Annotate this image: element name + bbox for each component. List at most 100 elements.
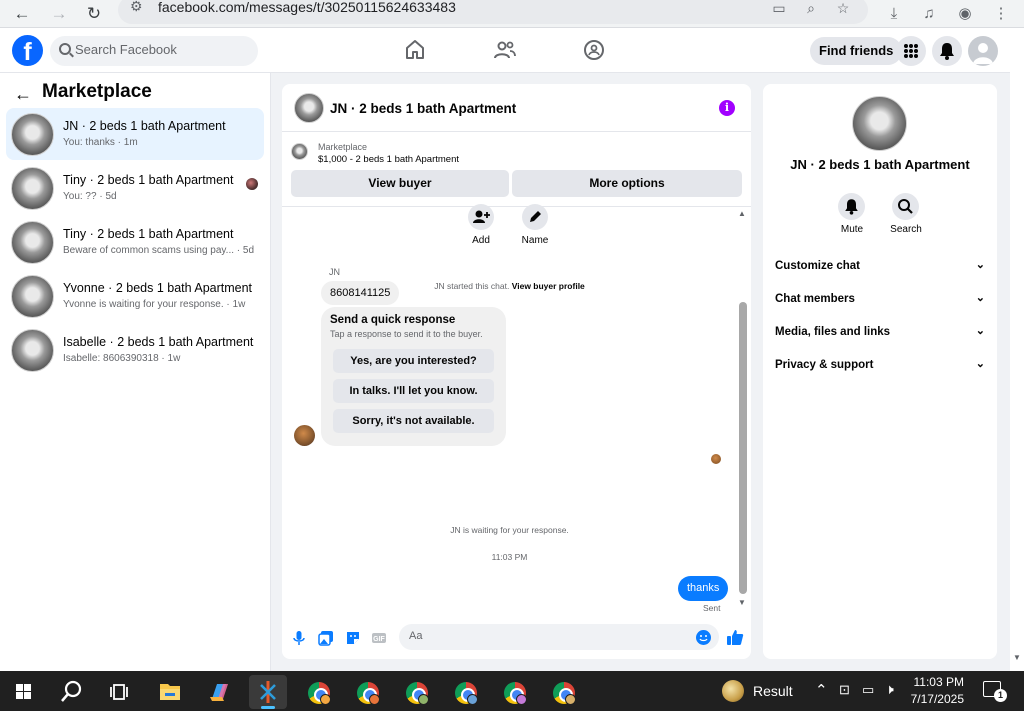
start-button[interactable] bbox=[5, 675, 43, 709]
facebook-logo-icon[interactable]: f bbox=[12, 35, 43, 66]
chevron-down-icon: ⌄ bbox=[975, 358, 985, 370]
media-files-links-row[interactable]: Media, files and links ⌄ bbox=[775, 325, 987, 338]
scrollbar-thumb[interactable] bbox=[739, 302, 747, 594]
find-friends-button[interactable]: Find friends bbox=[810, 37, 903, 65]
notifications-button[interactable] bbox=[932, 36, 962, 66]
result-widget-icon[interactable] bbox=[722, 680, 744, 702]
more-options-button[interactable]: More options bbox=[512, 170, 742, 197]
menu-grid-button[interactable] bbox=[896, 36, 926, 66]
add-label: Add bbox=[472, 235, 490, 246]
chrome-button[interactable] bbox=[545, 675, 583, 709]
chat-avatar[interactable] bbox=[294, 93, 324, 123]
conversation-item[interactable]: Yvonne · 2 beds 1 bath Apartment Yvonne … bbox=[6, 270, 264, 322]
profile-icon[interactable]: ◉ bbox=[954, 3, 976, 25]
clock-date[interactable]: 7/17/2025 bbox=[900, 692, 964, 706]
bookmark-star-icon[interactable]: ☆ bbox=[834, 0, 852, 18]
volume-icon[interactable]: 🕨 bbox=[885, 681, 894, 698]
conversation-item[interactable]: Isabelle · 2 beds 1 bath Apartment Isabe… bbox=[6, 324, 264, 376]
scroll-down-arrow-icon[interactable]: ▼ bbox=[1013, 653, 1021, 662]
message-bubble[interactable]: 8608141125 bbox=[321, 281, 400, 305]
chrome-button[interactable] bbox=[398, 675, 436, 709]
smiley-icon bbox=[699, 635, 708, 642]
media-control-icon[interactable]: ♫ bbox=[918, 3, 940, 25]
quick-response-title: Send a quick response bbox=[330, 314, 456, 326]
download-icon[interactable]: ⤓ bbox=[883, 3, 905, 25]
camera-icon[interactable]: ⊡ bbox=[839, 682, 850, 698]
conversation-item[interactable]: Tiny · 2 beds 1 bath Apartment Beware of… bbox=[6, 216, 264, 268]
chrome-button[interactable] bbox=[349, 675, 387, 709]
scroll-down-arrow-icon[interactable]: ▼ bbox=[738, 598, 746, 607]
chat-title[interactable]: JN · 2 beds 1 bath Apartment bbox=[330, 101, 516, 116]
back-arrow-icon[interactable]: ← bbox=[12, 4, 32, 24]
chevron-down-icon: ⌄ bbox=[975, 292, 985, 304]
info-icon[interactable]: i bbox=[719, 100, 735, 116]
chrome-icon bbox=[357, 682, 380, 705]
windows-taskbar: Result ⌃ ⊡ ▭ 🕨 11:03 PM 7/17/2025 1 bbox=[0, 671, 1024, 711]
listing-detail[interactable]: $1,000 - 2 beds 1 bath Apartment bbox=[318, 154, 459, 165]
quick-response-option[interactable]: In talks. I'll let you know. bbox=[333, 379, 494, 403]
microphone-icon[interactable] bbox=[291, 630, 307, 646]
search-input[interactable] bbox=[75, 42, 245, 57]
search-in-chat-button[interactable] bbox=[892, 193, 919, 220]
outgoing-message-bubble[interactable]: thanks bbox=[678, 576, 729, 601]
name-button[interactable] bbox=[522, 204, 548, 230]
scroll-up-arrow-icon[interactable]: ▲ bbox=[738, 209, 746, 218]
chevron-up-icon[interactable]: ⌃ bbox=[815, 681, 828, 699]
customize-chat-row[interactable]: Customize chat ⌄ bbox=[775, 259, 987, 272]
site-settings-icon[interactable]: ⚙ bbox=[130, 0, 143, 15]
file-explorer-button[interactable] bbox=[151, 675, 189, 709]
sticker-icon[interactable] bbox=[345, 630, 361, 646]
listing-thumbnail bbox=[11, 167, 54, 210]
copilot-button[interactable] bbox=[200, 675, 238, 709]
clock-time[interactable]: 11:03 PM bbox=[900, 675, 964, 689]
conversation-preview: You: ?? · 5d bbox=[63, 191, 117, 202]
thumbs-up-icon[interactable] bbox=[726, 628, 744, 646]
add-button[interactable] bbox=[468, 204, 494, 230]
taskbar-search-button[interactable] bbox=[52, 675, 90, 709]
photo-icon[interactable] bbox=[318, 630, 334, 646]
privacy-support-row[interactable]: Privacy & support ⌄ bbox=[775, 358, 987, 371]
active-app-button[interactable] bbox=[249, 675, 287, 709]
add-person-icon bbox=[473, 210, 490, 223]
mute-button[interactable] bbox=[838, 193, 865, 220]
install-app-icon[interactable]: ▭ bbox=[770, 0, 788, 18]
address-bar[interactable]: ⚙ facebook.com/messages/t/30250115624633… bbox=[118, 0, 868, 24]
chat-info-panel: JN · 2 beds 1 bath Apartment Mute Search… bbox=[763, 84, 997, 659]
menu-dots-icon[interactable]: ⋮ bbox=[990, 3, 1012, 25]
conversation-preview: Yvonne is waiting for your response. · 1… bbox=[63, 299, 246, 310]
conversation-title: Yvonne · 2 beds 1 bath Apartment bbox=[63, 281, 253, 295]
forward-arrow-icon[interactable]: → bbox=[49, 4, 69, 24]
conversation-item[interactable]: JN · 2 beds 1 bath Apartment You: thanks… bbox=[6, 108, 264, 160]
groups-icon[interactable] bbox=[582, 38, 606, 62]
view-buyer-profile-link[interactable]: View buyer profile bbox=[512, 281, 585, 291]
quick-response-option[interactable]: Yes, are you interested? bbox=[333, 349, 494, 373]
task-view-button[interactable] bbox=[100, 675, 138, 709]
listing-thumbnail bbox=[11, 275, 54, 318]
search-box[interactable] bbox=[50, 36, 258, 66]
friends-icon[interactable] bbox=[493, 38, 517, 62]
sender-name: JN bbox=[329, 267, 340, 277]
message-scrollbar[interactable]: ▲ ▼ bbox=[737, 207, 748, 612]
zoom-icon[interactable]: ⌕ bbox=[802, 0, 820, 18]
chevron-down-icon: ⌄ bbox=[975, 325, 985, 337]
home-icon[interactable] bbox=[403, 38, 427, 62]
chrome-button[interactable] bbox=[447, 675, 485, 709]
network-icon[interactable]: ▭ bbox=[862, 682, 874, 698]
sender-avatar[interactable] bbox=[294, 425, 315, 446]
listing-banner: Marketplace $1,000 - 2 beds 1 bath Apart… bbox=[282, 133, 751, 207]
reload-icon[interactable]: ↻ bbox=[84, 4, 104, 24]
chat-members-row[interactable]: Chat members ⌄ bbox=[775, 292, 987, 305]
message-input[interactable] bbox=[409, 630, 679, 642]
emoji-icon[interactable] bbox=[696, 630, 711, 645]
account-avatar[interactable] bbox=[968, 36, 998, 66]
back-arrow-icon[interactable]: ← bbox=[14, 84, 32, 105]
conversation-item[interactable]: Tiny · 2 beds 1 bath Apartment You: ?? ·… bbox=[6, 162, 264, 214]
page-scrollbar[interactable]: ▼ bbox=[1010, 28, 1024, 671]
chrome-button[interactable] bbox=[300, 675, 338, 709]
quick-response-option[interactable]: Sorry, it's not available. bbox=[333, 409, 494, 433]
message-input-box[interactable] bbox=[399, 624, 719, 650]
chrome-button[interactable] bbox=[496, 675, 534, 709]
view-buyer-button[interactable]: View buyer bbox=[291, 170, 509, 197]
result-label[interactable]: Result bbox=[753, 683, 793, 699]
gif-icon[interactable]: GIF bbox=[371, 630, 387, 646]
